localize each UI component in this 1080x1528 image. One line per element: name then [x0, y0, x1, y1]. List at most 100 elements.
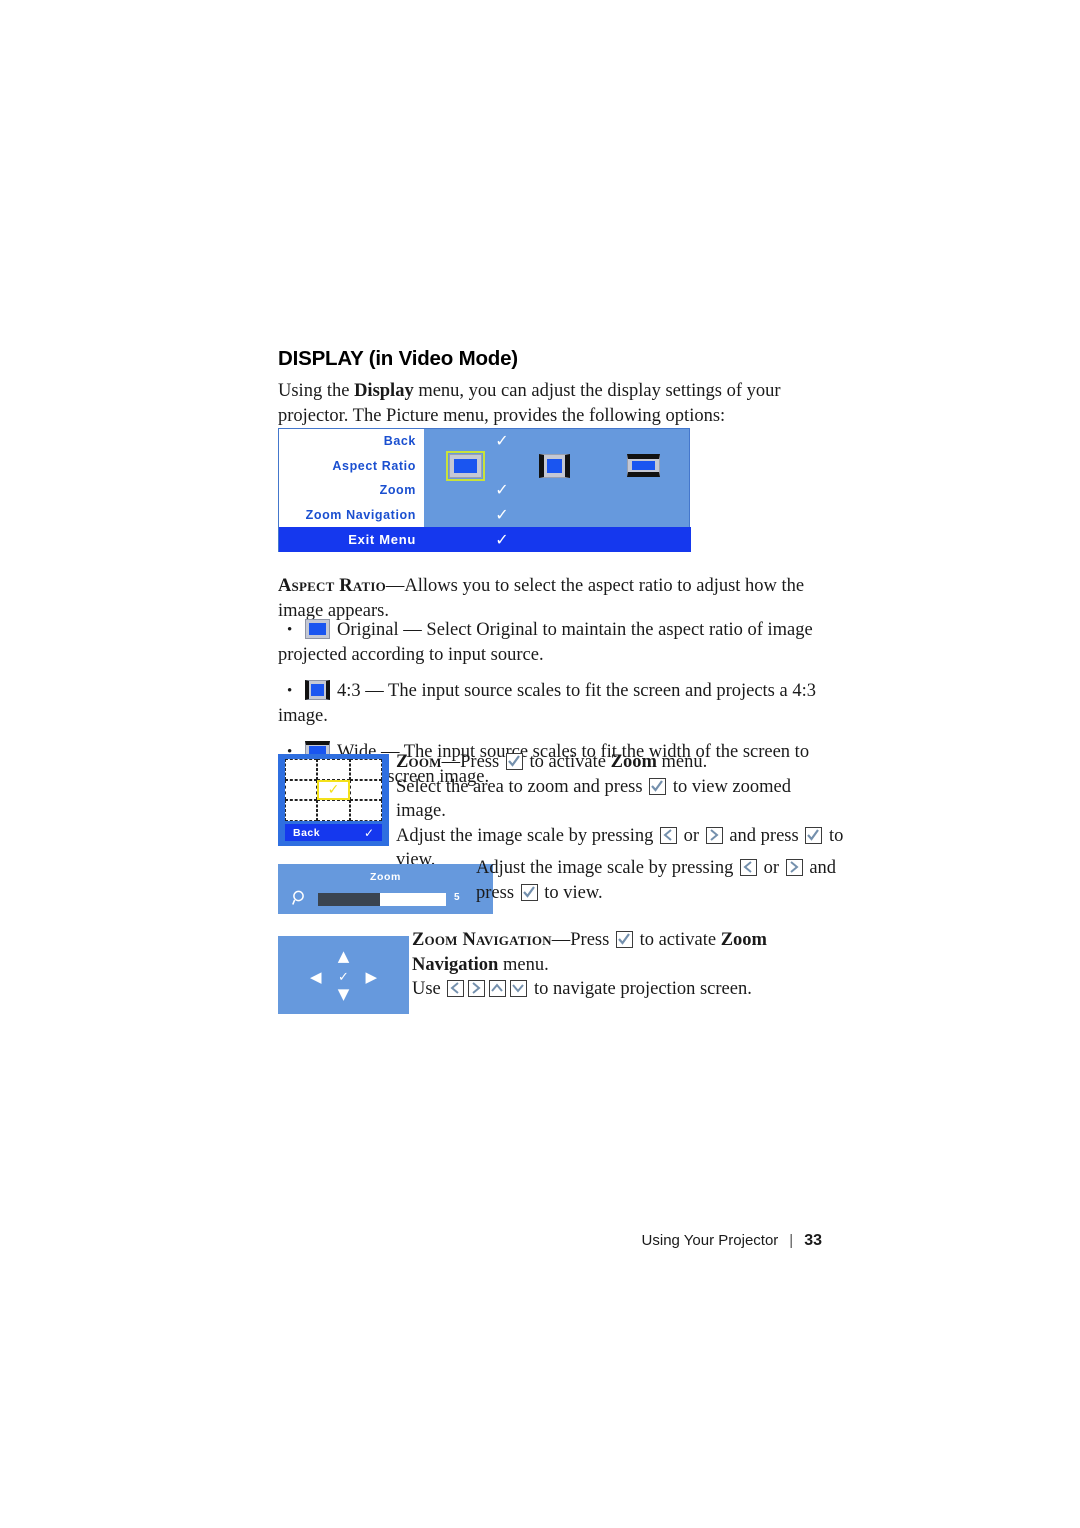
right-arrow-key-icon — [468, 980, 486, 997]
zoomnav-line1-c: menu. — [498, 954, 549, 975]
osd-row-label: Back — [383, 434, 416, 449]
intro-text-before: Using the — [278, 381, 355, 401]
check-icon: ✓ — [495, 431, 509, 451]
magnifier-icon — [292, 890, 308, 906]
aspect-original-icon — [305, 619, 330, 639]
em-dash: — — [551, 930, 571, 950]
arrow-up-icon: ▲ — [337, 947, 350, 965]
zoom-grid: ✓ — [285, 759, 382, 821]
aspect-ratio-term: Aspect Ratio — [278, 576, 386, 596]
enter-key-icon — [615, 931, 633, 948]
zoom-grid-cell[interactable] — [349, 759, 382, 780]
zoom-definition: Zoom—Press to activate Zoom menu. Select … — [396, 750, 844, 873]
right-arrow-key-icon — [785, 859, 803, 876]
osd-row-value: ✓ — [421, 504, 691, 524]
enter-key-icon — [520, 883, 538, 901]
zoom-line1-bold: Zoom — [610, 752, 657, 772]
down-arrow-key-icon — [510, 980, 528, 997]
zoom-line1-c: menu. — [656, 752, 708, 772]
arrow-down-icon: ▼ — [337, 985, 350, 1003]
right-arrow-key-icon — [705, 826, 723, 844]
enter-key-icon — [505, 753, 523, 770]
list-item-text: Original — Select Original to maintain t… — [278, 620, 813, 665]
zoomnav-line1-a: Press — [570, 930, 614, 950]
zoom-grid-cell[interactable] — [285, 759, 318, 780]
footer-separator: | — [789, 1232, 794, 1249]
osd-row-zoom[interactable]: Zoom ✓ — [279, 478, 691, 503]
list-item-text: 4:3 — The input source scales to fit the… — [278, 681, 816, 726]
aspect-4-3-icon — [539, 453, 570, 478]
enter-key-icon — [805, 826, 823, 844]
aspect-option-4-3[interactable] — [510, 453, 599, 478]
zoom-slider-figure: Zoom 5 — [278, 864, 493, 914]
check-icon: ✓ — [338, 970, 349, 985]
osd-row-aspect-ratio[interactable]: Aspect Ratio — [279, 450, 691, 481]
osd-row-zoom-navigation[interactable]: Zoom Navigation ✓ — [279, 503, 691, 528]
list-item: • 4:3 — The input source scales to fit t… — [278, 679, 844, 728]
osd-exit-label: Exit Menu — [348, 532, 416, 547]
zoom-slider-fill — [318, 893, 380, 906]
zoom-line1-b: to activate — [524, 752, 611, 772]
arrow-right-icon: ▶ — [365, 968, 377, 986]
zoomnav-line2-a: Use — [412, 979, 446, 999]
osd-row-label: Zoom Navigation — [305, 507, 416, 522]
zoom-navigation-term: Zoom Navigation — [412, 930, 552, 950]
osd-row-exit-menu[interactable]: Exit Menu ✓ — [279, 527, 691, 552]
left-arrow-key-icon — [447, 980, 465, 997]
em-dash: — — [385, 576, 405, 596]
osd-row-value: ✓ — [421, 482, 691, 498]
zoom-grid-cell[interactable] — [317, 759, 350, 780]
osd-row-label: Aspect Ratio — [332, 458, 416, 473]
page-title: DISPLAY (in Video Mode) — [278, 347, 518, 370]
em-dash: — — [441, 752, 461, 772]
zoom-line3-c: and press — [724, 825, 804, 846]
zoom-line3-a: Adjust the image scale by pressing — [396, 825, 659, 846]
zoom-grid-cell[interactable] — [349, 779, 382, 801]
zoom-navigation-figure: ▲ ◀ ✓ ▶ ▼ — [278, 936, 409, 1014]
zoom-grid-cell-selected[interactable]: ✓ — [317, 779, 350, 801]
list-item: • Original — Select Original to maintain… — [278, 618, 844, 667]
left-arrow-key-icon — [740, 859, 758, 876]
zoomnav-line2-b: to navigate projection screen. — [529, 979, 752, 999]
zoom-scale-d: to view. — [539, 882, 603, 903]
zoom-navigation-definition: Zoom Navigation—Press to activate Zoom N… — [412, 928, 844, 1002]
aspect-ratio-definition: Aspect Ratio—Allows you to select the as… — [278, 574, 844, 623]
intro-bold-display: Display — [354, 381, 414, 401]
aspect-option-wide[interactable] — [599, 454, 688, 478]
up-arrow-key-icon — [489, 980, 507, 997]
zoom-line2-a: Select the area to zoom and press — [396, 776, 648, 797]
aspect-4-3-icon — [305, 680, 330, 700]
page-number: 33 — [804, 1232, 822, 1249]
check-icon: ✓ — [363, 825, 374, 840]
zoom-grid-cell[interactable] — [317, 800, 350, 821]
osd-row-back[interactable]: Back ✓ — [279, 429, 691, 454]
enter-key-icon — [649, 777, 667, 795]
footer-title: Using Your Projector — [641, 1232, 779, 1249]
zoom-scale-b: or — [759, 858, 784, 878]
page-footer: Using Your Projector | 33 — [0, 1232, 1080, 1250]
zoom-grid-cell[interactable] — [285, 779, 318, 801]
check-icon: ✓ — [495, 530, 509, 549]
zoom-line1-a: Press — [460, 752, 504, 772]
check-icon: ✓ — [495, 480, 509, 500]
aspect-original-icon — [446, 450, 485, 481]
zoom-scale-a: Adjust the image scale by pressing — [476, 858, 739, 878]
osd-display-menu: Back ✓ Aspect Ratio Zoom ✓ Zoom Navigati… — [278, 428, 691, 552]
check-icon: ✓ — [495, 504, 509, 524]
zoom-line3-b: or — [679, 825, 704, 846]
osd-row-label: Zoom — [379, 483, 416, 498]
zoomnav-line1-b: to activate — [634, 930, 721, 950]
intro-paragraph: Using the Display menu, you can adjust t… — [278, 379, 844, 428]
document-page: DISPLAY (in Video Mode) Using the Displa… — [0, 0, 1080, 1528]
zoom-grid-figure: ✓ Back ✓ — [278, 754, 389, 846]
aspect-wide-icon — [627, 454, 660, 478]
aspect-option-original[interactable] — [421, 450, 510, 481]
aspect-ratio-options — [421, 450, 691, 481]
zoom-grid-cell[interactable] — [349, 800, 382, 821]
zoom-slider-title: Zoom — [370, 871, 401, 883]
zoom-grid-cell[interactable] — [285, 800, 318, 821]
osd-row-value: ✓ — [421, 433, 691, 449]
zoom-slider-track[interactable] — [318, 893, 446, 906]
zoom-grid-back-bar[interactable]: Back ✓ — [285, 824, 382, 841]
left-arrow-key-icon — [660, 826, 678, 844]
